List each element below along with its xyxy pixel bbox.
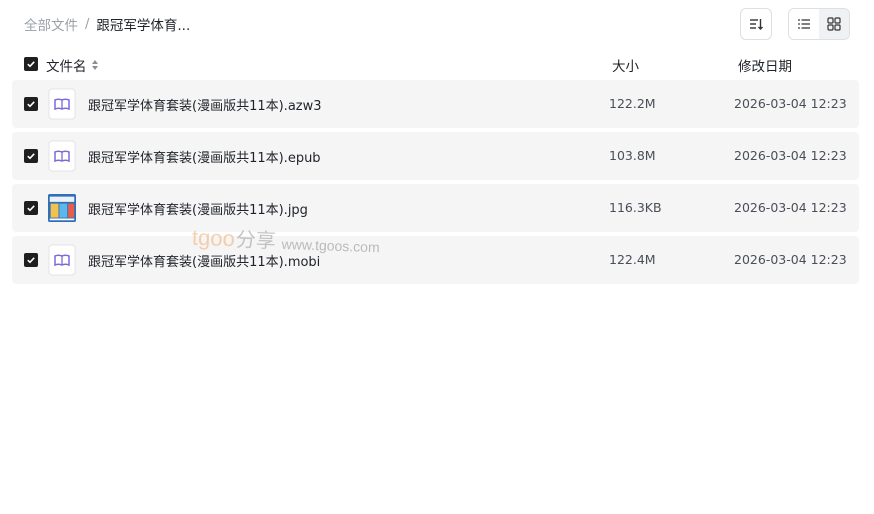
file-modified-date: 2026-03-04 12:23 [734, 252, 847, 267]
sort-icon [750, 19, 763, 30]
file-size: 103.8M [609, 148, 656, 163]
ebook-file-icon [48, 140, 76, 172]
grid-view-button[interactable] [819, 9, 849, 39]
file-size: 122.4M [609, 252, 656, 267]
file-checkbox[interactable] [24, 149, 38, 163]
file-modified-date: 2026-03-04 12:23 [734, 148, 847, 163]
breadcrumb-current-folder: 跟冠军学体育... [96, 18, 191, 34]
file-checkbox[interactable] [24, 253, 38, 267]
file-row[interactable]: 跟冠军学体育套装(漫画版共11本).epub 103.8M 2026-03-04… [12, 132, 859, 180]
column-header-name-label: 文件名 [46, 59, 87, 75]
ebook-file-icon [48, 244, 76, 276]
file-row[interactable]: 跟冠军学体育套装(漫画版共11本).mobi 122.4M 2026-03-04… [12, 236, 859, 284]
file-checkbox[interactable] [24, 97, 38, 111]
column-header-date[interactable]: 修改日期 [738, 55, 792, 75]
checkmark-icon [27, 205, 35, 212]
column-header-size[interactable]: 大小 [612, 55, 639, 75]
file-row[interactable]: 跟冠军学体育套装(漫画版共11本).azw3 122.2M 2026-03-04… [12, 80, 859, 128]
file-size: 122.2M [609, 96, 656, 111]
list-view-icon [798, 19, 810, 29]
checkmark-icon [27, 101, 35, 108]
file-list: 跟冠军学体育套装(漫画版共11本).azw3 122.2M 2026-03-04… [12, 80, 859, 288]
file-list-header: 文件名 大小 修改日期 [12, 50, 859, 78]
grid-view-icon [827, 17, 841, 31]
top-bar: 全部文件 / 跟冠军学体育... [0, 0, 874, 48]
sort-button[interactable] [740, 8, 772, 40]
checkmark-icon [27, 61, 35, 68]
breadcrumb-separator: / [85, 16, 90, 32]
list-view-button[interactable] [789, 9, 819, 39]
view-toggle [788, 8, 850, 40]
breadcrumb-root-link[interactable]: 全部文件 [24, 14, 78, 34]
file-name[interactable]: 跟冠军学体育套装(漫画版共11本).epub [88, 147, 321, 166]
file-modified-date: 2026-03-04 12:23 [734, 200, 847, 215]
file-row[interactable]: 跟冠军学体育套装(漫画版共11本).jpg 116.3KB 2026-03-04… [12, 184, 859, 232]
file-name[interactable]: 跟冠军学体育套装(漫画版共11本).mobi [88, 251, 320, 270]
file-name[interactable]: 跟冠军学体育套装(漫画版共11本).azw3 [88, 95, 322, 114]
column-header-name[interactable]: 文件名 [46, 55, 100, 75]
ebook-file-icon [48, 88, 76, 120]
select-all-checkbox[interactable] [24, 57, 38, 71]
checkmark-icon [27, 257, 35, 264]
file-size: 116.3KB [609, 200, 662, 215]
sort-toggle-icon [91, 60, 98, 70]
image-thumbnail [48, 192, 76, 224]
file-modified-date: 2026-03-04 12:23 [734, 96, 847, 111]
file-name[interactable]: 跟冠军学体育套装(漫画版共11本).jpg [88, 199, 308, 218]
file-checkbox[interactable] [24, 201, 38, 215]
checkmark-icon [27, 153, 35, 160]
breadcrumb: 全部文件 / 跟冠军学体育... [24, 14, 191, 35]
